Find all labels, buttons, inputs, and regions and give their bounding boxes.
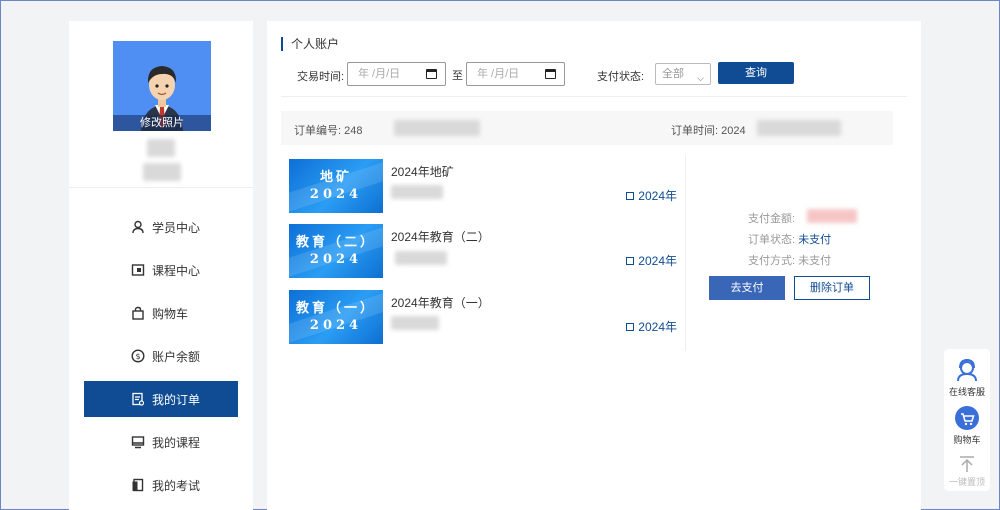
sidebar-item-label: 课程中心 <box>152 263 201 278</box>
course-info-redacted <box>395 251 447 265</box>
order-status-label: 订单状态: <box>748 234 796 246</box>
sidebar-item-my-exams[interactable]: 我的考试 <box>84 467 238 503</box>
sidebar-divider <box>69 187 253 188</box>
pay-status-select[interactable]: 全部 ⌵ <box>655 63 711 85</box>
calendar-icon <box>626 257 635 265</box>
calendar-icon[interactable] <box>426 69 437 79</box>
column-divider <box>685 155 686 351</box>
thumb-title: 地矿 <box>319 170 352 185</box>
sidebar-item-label: 我的订单 <box>152 392 201 407</box>
order-time-redacted <box>757 120 841 136</box>
order-status-row: 订单状态: 未支付 <box>748 231 831 247</box>
online-consult-button[interactable]: 在线客服 <box>944 357 990 398</box>
thumb-year: 2024 <box>309 252 363 267</box>
order-icon <box>132 392 145 406</box>
to-label: 至 <box>452 70 463 82</box>
date-placeholder: 年 /月/日 <box>358 68 401 80</box>
page-title: 个人账户 <box>281 37 339 51</box>
pay-amount-redacted <box>807 209 857 223</box>
course-thumbnail: 教育（二） 2024 <box>289 224 383 278</box>
divider <box>281 96 907 97</box>
order-header: 订单编号: 248 订单时间: 2024 <box>281 111 893 145</box>
sidebar-item-label: 购物车 <box>152 306 189 321</box>
course-year: 2024年 <box>626 252 677 269</box>
sidebar-item-my-orders[interactable]: 我的订单 <box>84 381 238 417</box>
order-course-item[interactable]: 教育（一） 2024 2024年教育（一） 2024年 <box>289 290 683 344</box>
sidebar-item-cart[interactable]: 购物车 <box>84 295 238 331</box>
course-name: 2024年教育（一） <box>391 296 490 310</box>
order-course-item[interactable]: 教育（二） 2024 2024年教育（二） 2024年 <box>289 224 683 278</box>
calendar-icon <box>626 192 635 200</box>
thumb-year: 2024 <box>309 187 363 202</box>
pay-status-label: 支付状态: <box>597 71 645 83</box>
sidebar-item-my-courses[interactable]: 我的课程 <box>84 424 238 460</box>
course-icon <box>131 264 145 276</box>
dollar-icon: $ <box>131 349 145 363</box>
date-placeholder: 年 /月/日 <box>477 68 520 80</box>
sidebar-item-label: 我的考试 <box>152 478 201 493</box>
sidebar-item-label: 我的课程 <box>152 435 201 450</box>
main-panel: 个人账户 交易时间: 年 /月/日 至 年 /月/日 支付状态: 全部 ⌵ 查询… <box>267 21 921 510</box>
order-course-item[interactable]: 地矿 2024 2024年地矿 2024年 <box>289 159 683 213</box>
pay-method-label: 支付方式: <box>748 255 796 267</box>
arrow-up-icon <box>960 456 974 472</box>
order-time: 订单时间: 2024 <box>671 125 746 137</box>
sidebar-item-balance[interactable]: $ 账户余额 <box>84 338 238 374</box>
floating-toolbar: 在线客服 购物车 一键置顶 <box>944 349 990 491</box>
course-name: 2024年地矿 <box>391 165 454 179</box>
sidebar: 修改照片 学员中心 课程中心 购物车 $ 账户余额 我的订单 我的课程 我的考试 <box>69 21 253 510</box>
cart-icon <box>955 406 979 430</box>
sidebar-item-course-center[interactable]: 课程中心 <box>84 252 238 288</box>
pay-amount-label: 支付金额: <box>748 213 796 225</box>
edit-photo-label[interactable]: 修改照片 <box>113 115 211 131</box>
course-info-redacted <box>391 185 443 199</box>
calendar-icon <box>626 323 635 331</box>
sidebar-item-student-center[interactable]: 学员中心 <box>84 209 238 245</box>
pay-method-row: 支付方式: 未支付 <box>748 252 831 268</box>
query-button[interactable]: 查询 <box>718 62 794 84</box>
start-date-input[interactable]: 年 /月/日 <box>347 62 446 86</box>
thumb-title: 教育（一） <box>295 301 376 316</box>
thumb-title: 教育（二） <box>295 235 376 250</box>
bag-icon <box>132 306 144 320</box>
order-number: 订单编号: 248 <box>294 125 363 137</box>
headset-icon <box>957 358 977 382</box>
pay-button[interactable]: 去支付 <box>709 276 785 300</box>
course-year: 2024年 <box>626 318 677 335</box>
end-date-input[interactable]: 年 /月/日 <box>466 62 565 86</box>
monitor-icon <box>131 436 145 449</box>
course-thumbnail: 地矿 2024 <box>289 159 383 213</box>
chevron-down-icon: ⌵ <box>697 73 704 83</box>
course-year: 2024年 <box>626 187 677 204</box>
username-redacted <box>147 139 175 157</box>
sidebar-item-label: 学员中心 <box>152 220 201 235</box>
select-value: 全部 <box>662 68 684 80</box>
back-to-top-button[interactable]: 一键置顶 <box>944 455 990 488</box>
pay-method-value: 未支付 <box>798 255 832 267</box>
user-icon <box>132 220 144 234</box>
exam-icon <box>132 478 144 492</box>
order-status-value: 未支付 <box>798 234 832 246</box>
course-name: 2024年教育（二） <box>391 230 490 244</box>
course-thumbnail: 教育（一） 2024 <box>289 290 383 344</box>
avatar[interactable]: 修改照片 <box>113 41 211 131</box>
order-number-redacted <box>394 120 480 136</box>
online-consult-label: 在线客服 <box>948 387 985 397</box>
sidebar-item-label: 账户余额 <box>152 349 201 364</box>
user-info-redacted <box>143 163 181 181</box>
svg-text:$: $ <box>135 352 140 361</box>
calendar-icon[interactable] <box>545 69 556 79</box>
delete-order-button[interactable]: 删除订单 <box>794 276 870 300</box>
cart-label: 购物车 <box>953 435 981 445</box>
pay-amount-row: 支付金额: <box>748 210 795 226</box>
course-info-redacted <box>391 316 439 330</box>
back-to-top-label: 一键置顶 <box>948 477 985 487</box>
cart-button[interactable]: 购物车 <box>944 405 990 446</box>
trade-time-label: 交易时间: <box>297 71 345 83</box>
thumb-year: 2024 <box>309 318 363 333</box>
